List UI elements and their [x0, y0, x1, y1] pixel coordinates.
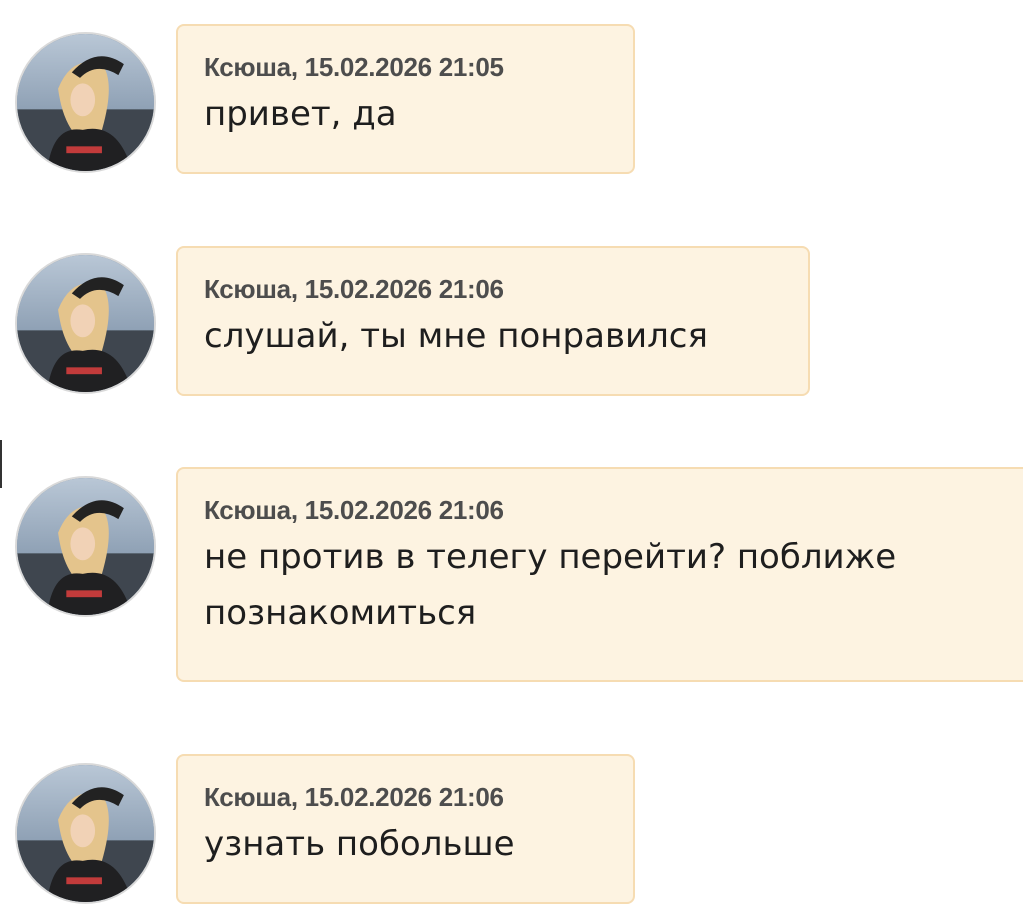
message-bubble[interactable]: Ксюша, 15.02.2026 21:06 слушай, ты мне п… — [176, 246, 810, 396]
message-text: слушай, ты мне понравился — [204, 316, 708, 356]
message-header: Ксюша, 15.02.2026 21:05 — [204, 52, 504, 82]
avatar-photo-icon — [17, 478, 154, 615]
message-header: Ксюша, 15.02.2026 21:06 — [204, 274, 504, 304]
message-bubble[interactable]: Ксюша, 15.02.2026 21:06 узнать побольше — [176, 754, 635, 904]
avatar-photo-icon — [17, 255, 154, 392]
message-header: Ксюша, 15.02.2026 21:06 — [204, 495, 504, 525]
avatar-photo-icon — [17, 34, 154, 171]
message-text: привет, да — [204, 94, 397, 134]
message-bubble[interactable]: Ксюша, 15.02.2026 21:06 не против в теле… — [176, 467, 1023, 682]
message-header: Ксюша, 15.02.2026 21:06 — [204, 782, 504, 812]
author-avatar[interactable] — [15, 253, 156, 394]
message-text: узнать побольше — [204, 824, 515, 864]
author-avatar[interactable] — [15, 763, 156, 904]
author-avatar[interactable] — [15, 32, 156, 173]
message-bubble[interactable]: Ксюша, 15.02.2026 21:05 привет, да — [176, 24, 635, 174]
message-text: не против в телегу перейти? поближе позн… — [204, 537, 897, 633]
author-avatar[interactable] — [15, 476, 156, 617]
avatar-photo-icon — [17, 765, 154, 902]
edge-scroll-mark — [0, 440, 2, 488]
